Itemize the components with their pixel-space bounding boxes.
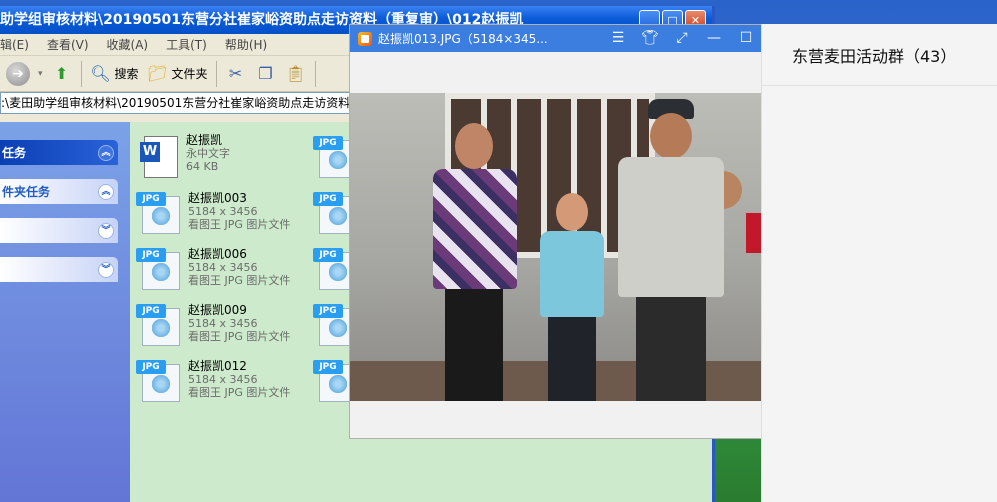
toolbar-separator: [80, 60, 82, 87]
task-pane: 任务 ︽ 件夹任务 ︽ ︾ ︾: [0, 122, 130, 502]
file-item[interactable]: W 赵振凯 永中文字 64 KB: [140, 134, 230, 180]
file-name: 赵振凯006: [188, 247, 247, 261]
file-type: 看图王 JPG 图片文件: [188, 218, 291, 231]
chat-panel: 东营麦田活动群（43）: [761, 24, 997, 502]
toolbar-separator: [314, 60, 316, 87]
file-name: 赵振凯003: [188, 191, 247, 205]
task-section-header[interactable]: ︾: [0, 257, 118, 282]
file-type: 永中文字: [186, 147, 230, 160]
viewer-titlebar[interactable]: 赵振凯013.JPG（5184×345... ☰ 👕︎ ⤢ — ☐: [350, 25, 762, 52]
collapse-chevron-icon[interactable]: ︽: [98, 144, 114, 161]
skin-icon[interactable]: 👕︎: [634, 25, 666, 52]
file-info: 赵振凯003 5184 x 3456 看图王 JPG 图片文件: [188, 192, 290, 236]
file-info: 赵振凯006 5184 x 3456 看图王 JPG 图片文件: [188, 248, 290, 292]
file-type: 看图王 JPG 图片文件: [188, 386, 291, 399]
search-label: 搜索: [114, 67, 139, 81]
menu-help[interactable]: 帮助(H): [225, 36, 267, 53]
task-section-header[interactable]: 任务 ︽: [0, 140, 118, 165]
menu-view[interactable]: 查看(V): [47, 36, 89, 53]
file-type: 看图王 JPG 图片文件: [188, 274, 291, 287]
forward-dropdown-icon[interactable]: ▾: [38, 69, 43, 79]
task-section-header[interactable]: ︾: [0, 218, 118, 243]
file-item[interactable]: JPG 赵振凯009 5184 x 3456 看图王 JPG 图片文件: [136, 304, 290, 348]
file-name: 赵振凯012: [188, 359, 247, 373]
file-dimensions: 5184 x 3456: [188, 205, 258, 218]
search-button[interactable]: 🔍︎ 搜索: [90, 63, 139, 85]
folder-task-label: 件夹任务: [2, 185, 51, 199]
copy-icon[interactable]: ❐: [255, 63, 277, 85]
jpg-file-icon: JPG: [136, 304, 182, 348]
menu-favorites[interactable]: 收藏(A): [107, 36, 149, 53]
minimize-icon[interactable]: —: [698, 25, 730, 52]
jpg-file-icon: JPG: [136, 192, 182, 236]
expand-chevron-icon[interactable]: ︾: [98, 222, 114, 239]
address-text: :\麦田助学组审核材料\20190501东营分社崔家峪资助点走访资料（: [1, 96, 363, 110]
toolbar-separator: [215, 60, 217, 87]
folders-label: 文件夹: [171, 67, 208, 81]
viewer-window-controls: ☰ 👕︎ ⤢ — ☐: [602, 25, 762, 52]
jpg-file-icon: JPG: [136, 360, 182, 404]
photo-person-man: [612, 99, 730, 401]
file-size: 64 KB: [186, 160, 219, 173]
fullscreen-icon[interactable]: ⤢: [666, 25, 698, 52]
photo-red-sign: [746, 213, 762, 253]
jpg-file-icon: JPG: [136, 248, 182, 292]
folders-button[interactable]: 📁︎ 文件夹: [147, 63, 208, 85]
menu-edit[interactable]: 辑(E): [0, 36, 29, 53]
file-name: 赵振凯009: [188, 303, 247, 317]
task-section-label: 任务: [2, 146, 27, 160]
forward-button[interactable]: ➔: [6, 61, 30, 86]
menu-icon[interactable]: ☰: [602, 25, 634, 52]
file-name: 赵振凯: [186, 133, 223, 147]
file-item[interactable]: JPG 赵振凯012 5184 x 3456 看图王 JPG 图片文件: [136, 360, 290, 404]
chat-group-title: 东营麦田活动群（43）: [792, 46, 957, 66]
file-info: 赵振凯 永中文字 64 KB: [186, 134, 230, 180]
cut-icon[interactable]: ✂: [225, 63, 247, 85]
file-item[interactable]: JPG 赵振凯006 5184 x 3456 看图王 JPG 图片文件: [136, 248, 290, 292]
search-icon: 🔍︎: [90, 63, 111, 83]
folder-icon: 📁︎: [147, 63, 168, 83]
file-type: 看图王 JPG 图片文件: [188, 330, 291, 343]
paste-icon[interactable]: 📋︎: [285, 63, 307, 85]
image-viewer-app-icon: [358, 31, 372, 46]
file-dimensions: 5184 x 3456: [188, 317, 258, 330]
up-folder-icon[interactable]: ⬆: [51, 63, 73, 85]
folder-task-section-header[interactable]: 件夹任务 ︽: [0, 179, 118, 204]
collapse-chevron-icon[interactable]: ︽: [98, 183, 114, 200]
file-item[interactable]: JPG 赵振凯003 5184 x 3456 看图王 JPG 图片文件: [136, 192, 290, 236]
chat-header[interactable]: 东营麦田活动群（43）: [762, 24, 997, 86]
expand-chevron-icon[interactable]: ︾: [98, 261, 114, 278]
photo-person-child: [532, 193, 612, 401]
menu-tools[interactable]: 工具(T): [166, 36, 207, 53]
maximize-icon[interactable]: ☐: [730, 25, 762, 52]
viewer-title: 赵振凯013.JPG（5184×345...: [378, 32, 548, 46]
word-document-icon: W: [140, 134, 180, 180]
image-viewer-window: 赵振凯013.JPG（5184×345... ☰ 👕︎ ⤢ — ☐: [349, 24, 763, 439]
file-dimensions: 5184 x 3456: [188, 261, 258, 274]
photo-person-woman: [425, 123, 525, 401]
file-info: 赵振凯012 5184 x 3456 看图王 JPG 图片文件: [188, 360, 290, 404]
file-info: 赵振凯009 5184 x 3456 看图王 JPG 图片文件: [188, 304, 290, 348]
photo-display[interactable]: [350, 93, 762, 401]
file-dimensions: 5184 x 3456: [188, 373, 258, 386]
